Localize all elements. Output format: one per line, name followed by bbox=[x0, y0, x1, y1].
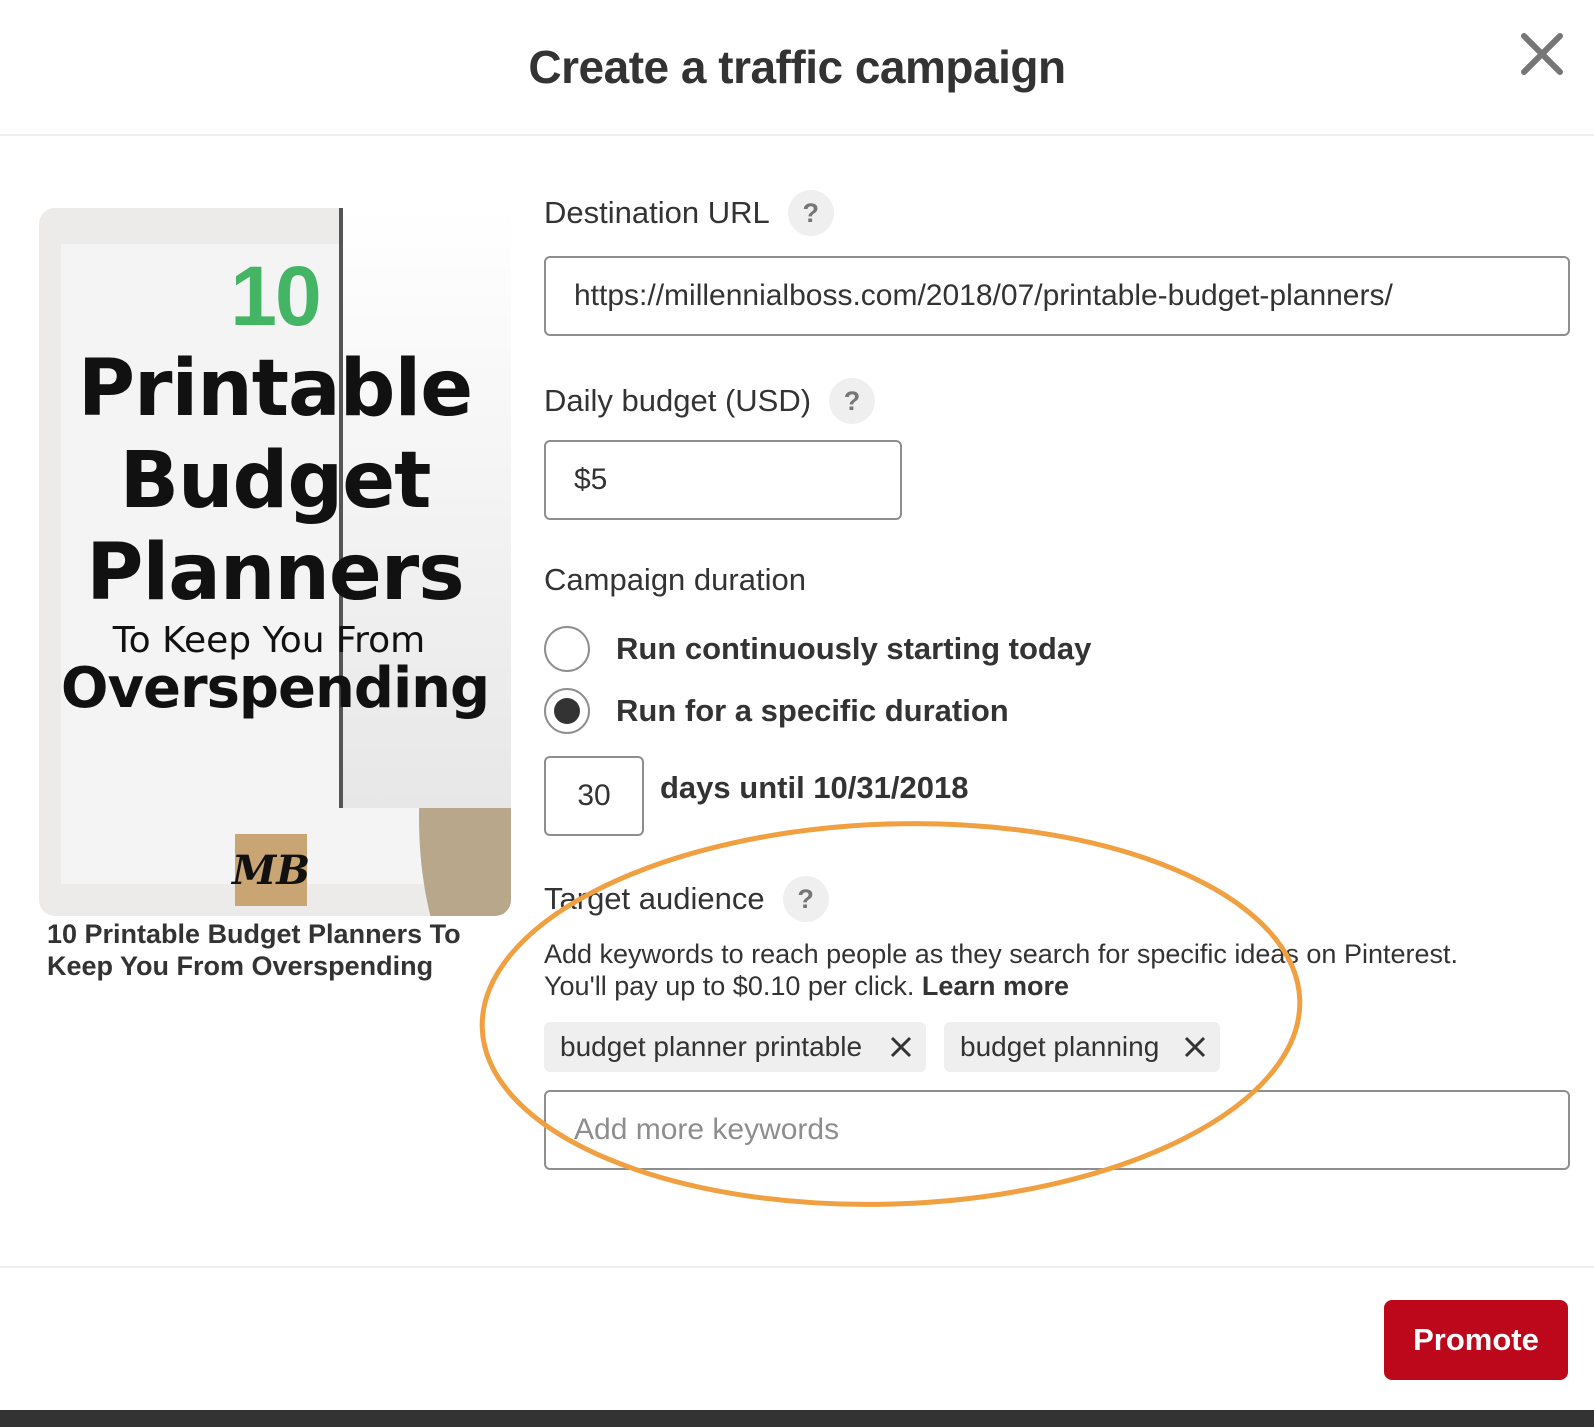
radio-label: Run continuously starting today bbox=[616, 631, 1092, 666]
keyword-chip: budget planning bbox=[944, 1022, 1220, 1072]
pin-title-line: Planners bbox=[86, 528, 464, 618]
help-icon[interactable]: ? bbox=[787, 190, 834, 236]
remove-keyword-icon[interactable] bbox=[1182, 1034, 1208, 1060]
pin-title-line: Overspending bbox=[60, 656, 490, 721]
pin-image: 10 Printable Budget Planners To Keep You… bbox=[39, 208, 511, 916]
daily-budget-label-text: Daily budget (USD) bbox=[544, 383, 812, 418]
destination-url-field[interactable] bbox=[544, 256, 1570, 336]
learn-more-link[interactable]: Learn more bbox=[922, 971, 1069, 1001]
close-icon[interactable] bbox=[1518, 30, 1566, 78]
promote-button[interactable]: Promote bbox=[1384, 1300, 1568, 1380]
radio-specific-duration[interactable]: Run for a specific duration bbox=[544, 688, 1009, 734]
add-keywords-input[interactable] bbox=[574, 1113, 1568, 1147]
pin-caption: 10 Printable Budget Planners To Keep You… bbox=[47, 919, 461, 981]
pin-number: 10 bbox=[230, 249, 321, 343]
radio-run-continuously[interactable]: Run continuously starting today bbox=[544, 626, 1091, 672]
daily-budget-field[interactable] bbox=[544, 440, 902, 520]
target-audience-description: Add keywords to reach people as they sea… bbox=[544, 938, 1524, 1002]
help-icon[interactable]: ? bbox=[782, 876, 829, 922]
pin-logo: MB bbox=[232, 834, 310, 906]
radio-button[interactable] bbox=[544, 626, 590, 672]
campaign-duration-label-text: Campaign duration bbox=[544, 562, 806, 597]
target-audience-label: Target audience ? bbox=[544, 876, 829, 922]
radio-label: Run for a specific duration bbox=[616, 693, 1009, 728]
keyword-chip-label: budget planning bbox=[960, 1031, 1160, 1062]
keyword-chip-label: budget planner printable bbox=[560, 1031, 863, 1062]
backdrop bbox=[0, 1410, 1594, 1427]
description-line: Add keywords to reach people as they sea… bbox=[544, 939, 1458, 969]
help-icon[interactable]: ? bbox=[829, 378, 876, 424]
modal-title: Create a traffic campaign bbox=[528, 41, 1066, 93]
add-keywords-field[interactable] bbox=[544, 1090, 1570, 1170]
days-until-text: days until 10/31/2018 bbox=[660, 770, 969, 805]
campaign-duration-label: Campaign duration bbox=[544, 562, 806, 598]
daily-budget-label: Daily budget (USD) ? bbox=[544, 378, 876, 424]
footer-divider bbox=[0, 1266, 1594, 1268]
pin-title-line: Printable bbox=[77, 344, 473, 434]
days-input[interactable] bbox=[546, 779, 642, 813]
description-text: You'll pay up to $0.10 per click. bbox=[544, 971, 915, 1001]
remove-keyword-icon[interactable] bbox=[888, 1034, 914, 1060]
destination-url-input[interactable] bbox=[574, 279, 1568, 313]
keyword-chip: budget planner printable bbox=[544, 1022, 926, 1072]
target-audience-label-text: Target audience bbox=[544, 881, 765, 916]
pin-subtitle: To Keep You From bbox=[112, 620, 426, 661]
description-line: You'll pay up to $0.10 per click. Learn … bbox=[544, 970, 1524, 1002]
pin-title-line: Budget bbox=[119, 436, 432, 526]
radio-button-selected[interactable] bbox=[544, 688, 590, 734]
destination-url-label-text: Destination URL bbox=[544, 195, 770, 230]
days-field[interactable] bbox=[544, 756, 644, 836]
daily-budget-input[interactable] bbox=[574, 463, 900, 497]
modal-header: Create a traffic campaign bbox=[0, 0, 1594, 136]
destination-url-label: Destination URL ? bbox=[544, 190, 834, 236]
